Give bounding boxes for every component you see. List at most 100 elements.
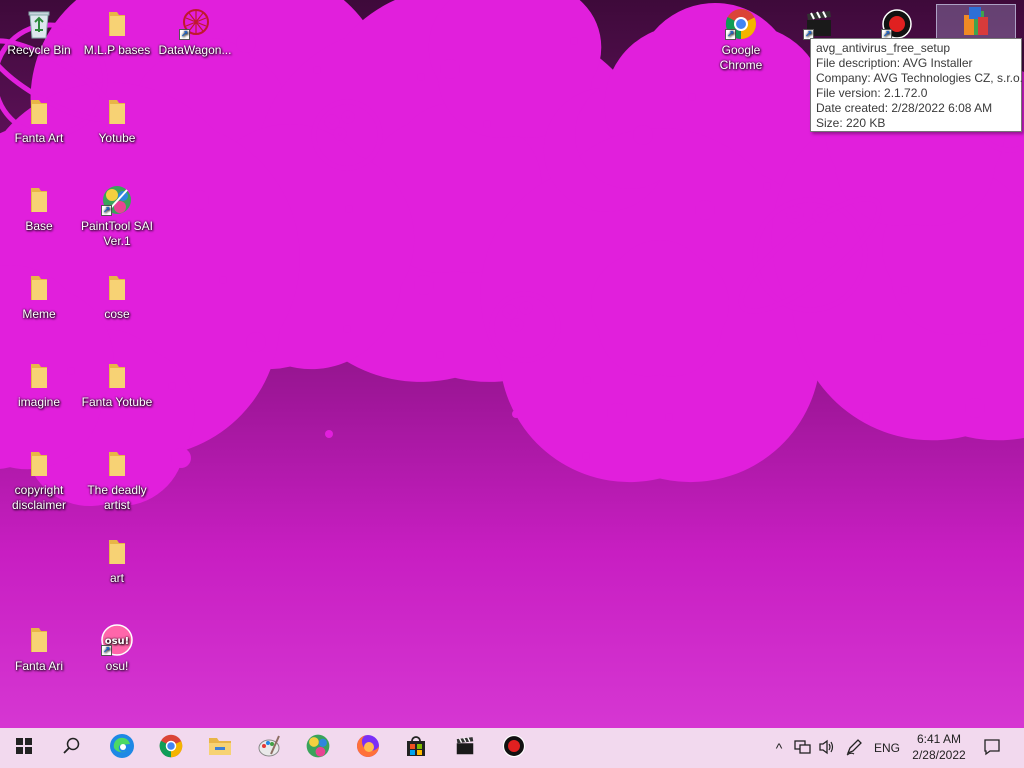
desktop-icon-label: imagine [17,395,61,409]
taskbar-file-explorer-button[interactable] [196,728,244,768]
desktop-icon-label: PaintTool SAI Ver.1 [80,219,154,248]
search-button[interactable] [48,728,96,768]
desktop-icon-recycle-bin[interactable]: Recycle Bin [0,8,78,58]
folder-icon [101,536,133,568]
file-info-tooltip: avg_antivirus_free_setup File descriptio… [810,38,1023,132]
shortcut-arrow-icon: ↗ [101,205,112,216]
desktop-icon-meme[interactable]: Meme [0,272,78,322]
desktop-icon-label: copyright disclaimer [11,483,66,512]
action-center-button[interactable] [978,728,1006,768]
desktop-icon-label: art [109,571,124,585]
taskbar-clapper-button[interactable] [441,728,489,768]
taskbar: ^ ENG 6:41 AM 2/28/2022 [0,728,1024,768]
desktop-icon-fanta-ari[interactable]: Fanta Ari [0,624,78,674]
painttool-sai-icon [305,733,331,764]
taskbar-paint-button[interactable] [245,728,293,768]
folder-icon [23,272,55,304]
chrome-icon [159,734,183,763]
desktop-icon-label: cose [104,307,130,321]
desktop-icon-painttool-sai[interactable]: ↗ PaintTool SAI Ver.1 [78,184,156,249]
folder-icon [23,360,55,392]
desktop-icon-base[interactable]: Base [0,184,78,234]
show-hidden-icons-button[interactable]: ^ [768,728,790,768]
avg-installer-icon [960,5,992,37]
tooltip-file-version: File version: 2.1.72.0 [816,86,928,100]
desktop-icon-yotube[interactable]: Yotube [78,96,156,146]
desktop-icon-imagine[interactable]: imagine [0,360,78,410]
folder-icon [101,8,133,40]
clapper-icon [454,735,476,762]
microsoft-store-icon [405,735,427,762]
clock-date: 2/28/2022 [912,748,966,762]
search-icon [63,737,81,760]
tooltip-date-created: Date created: 2/28/2022 6:08 AM [816,101,993,115]
desktop-icon-the-deadly-artist[interactable]: The deadly artist [78,448,156,513]
chrome-icon: ↗ [725,8,757,40]
edge-icon [109,733,135,764]
taskbar-store-button[interactable] [392,728,440,768]
notification-icon [983,738,1001,759]
pen-workspace-button[interactable] [840,728,868,768]
tooltip-company: Company: AVG Technologies CZ, s.r.o. [816,71,1023,85]
record-icon [502,734,526,763]
clock-time: 6:41 AM [916,732,962,746]
folder-icon [23,448,55,480]
desktop-icon-google-chrome[interactable]: ↗ Google Chrome [702,8,780,73]
folder-icon [101,96,133,128]
desktop-icon-label: DataWagon... [158,43,232,57]
taskbar-recorder-button[interactable] [490,728,538,768]
shortcut-arrow-icon: ↗ [101,645,112,656]
desktop-icon-fanta-yotube[interactable]: Fanta Yotube [78,360,156,410]
desktop-icon-mlp-bases[interactable]: M.L.P bases [78,8,156,58]
video-editor-icon: ↗ [803,8,835,40]
language-indicator: ENG [873,741,900,755]
firefox-icon [356,734,380,763]
folder-icon [23,184,55,216]
desktop-icon-label: Fanta Art [14,131,64,145]
desktop-icon-osu[interactable]: osu! ↗ osu! [78,624,156,674]
desktop-icon-fanta-art[interactable]: Fanta Art [0,96,78,146]
desktop-icon-label: Google Chrome [719,43,763,72]
chevron-up-icon: ^ [775,740,783,756]
taskbar-chrome-button[interactable] [147,728,195,768]
taskbar-painttool-sai-button[interactable] [294,728,342,768]
folder-icon [101,448,133,480]
network-button[interactable] [790,728,814,768]
datawagon-icon: ↗ [179,8,211,40]
desktop-icon-label: Yotube [98,131,136,145]
windows-start-icon [16,737,32,759]
desktop-icon-label: Base [25,219,53,233]
osu-icon: osu! ↗ [101,624,133,656]
folder-icon [23,624,55,656]
desktop-icon-label: osu! [105,659,129,673]
tooltip-size: Size: 220 KB [816,116,886,130]
desktop-icon-label: Fanta Ari [14,659,64,673]
paint-icon [257,734,281,763]
desktop-icon-datawagon[interactable]: ↗ DataWagon... [156,8,234,58]
folder-icon [23,96,55,128]
recycle-bin-icon [23,8,55,40]
desktop-icon-cose[interactable]: cose [78,272,156,322]
desktop-icon-label: Fanta Yotube [81,395,153,409]
record-icon: ↗ [881,8,913,40]
desktop-icon-avg-setup[interactable] [936,4,1016,42]
volume-button[interactable] [814,728,840,768]
folder-icon [101,272,133,304]
desktop-icon-art[interactable]: art [78,536,156,586]
pen-icon [845,738,863,759]
painttool-sai-icon: ↗ [101,184,133,216]
desktop-icon-copyright-disclaimer[interactable]: copyright disclaimer [0,448,78,513]
desktop-icon-label: Meme [22,307,56,321]
desktop-icon-label: The deadly artist [87,483,147,512]
input-language-button[interactable]: ENG [870,728,904,768]
speaker-icon [818,739,836,758]
clock-button[interactable]: 6:41 AM 2/28/2022 [904,731,974,763]
start-button[interactable] [0,728,48,768]
shortcut-arrow-icon: ↗ [179,29,190,40]
taskbar-firefox-button[interactable] [344,728,392,768]
tooltip-file-name: avg_antivirus_free_setup [816,41,951,55]
tooltip-file-description: File description: AVG Installer [816,56,973,70]
taskbar-edge-button[interactable] [98,728,146,768]
desktop-icon-label: Recycle Bin [7,43,71,57]
folder-icon [101,360,133,392]
